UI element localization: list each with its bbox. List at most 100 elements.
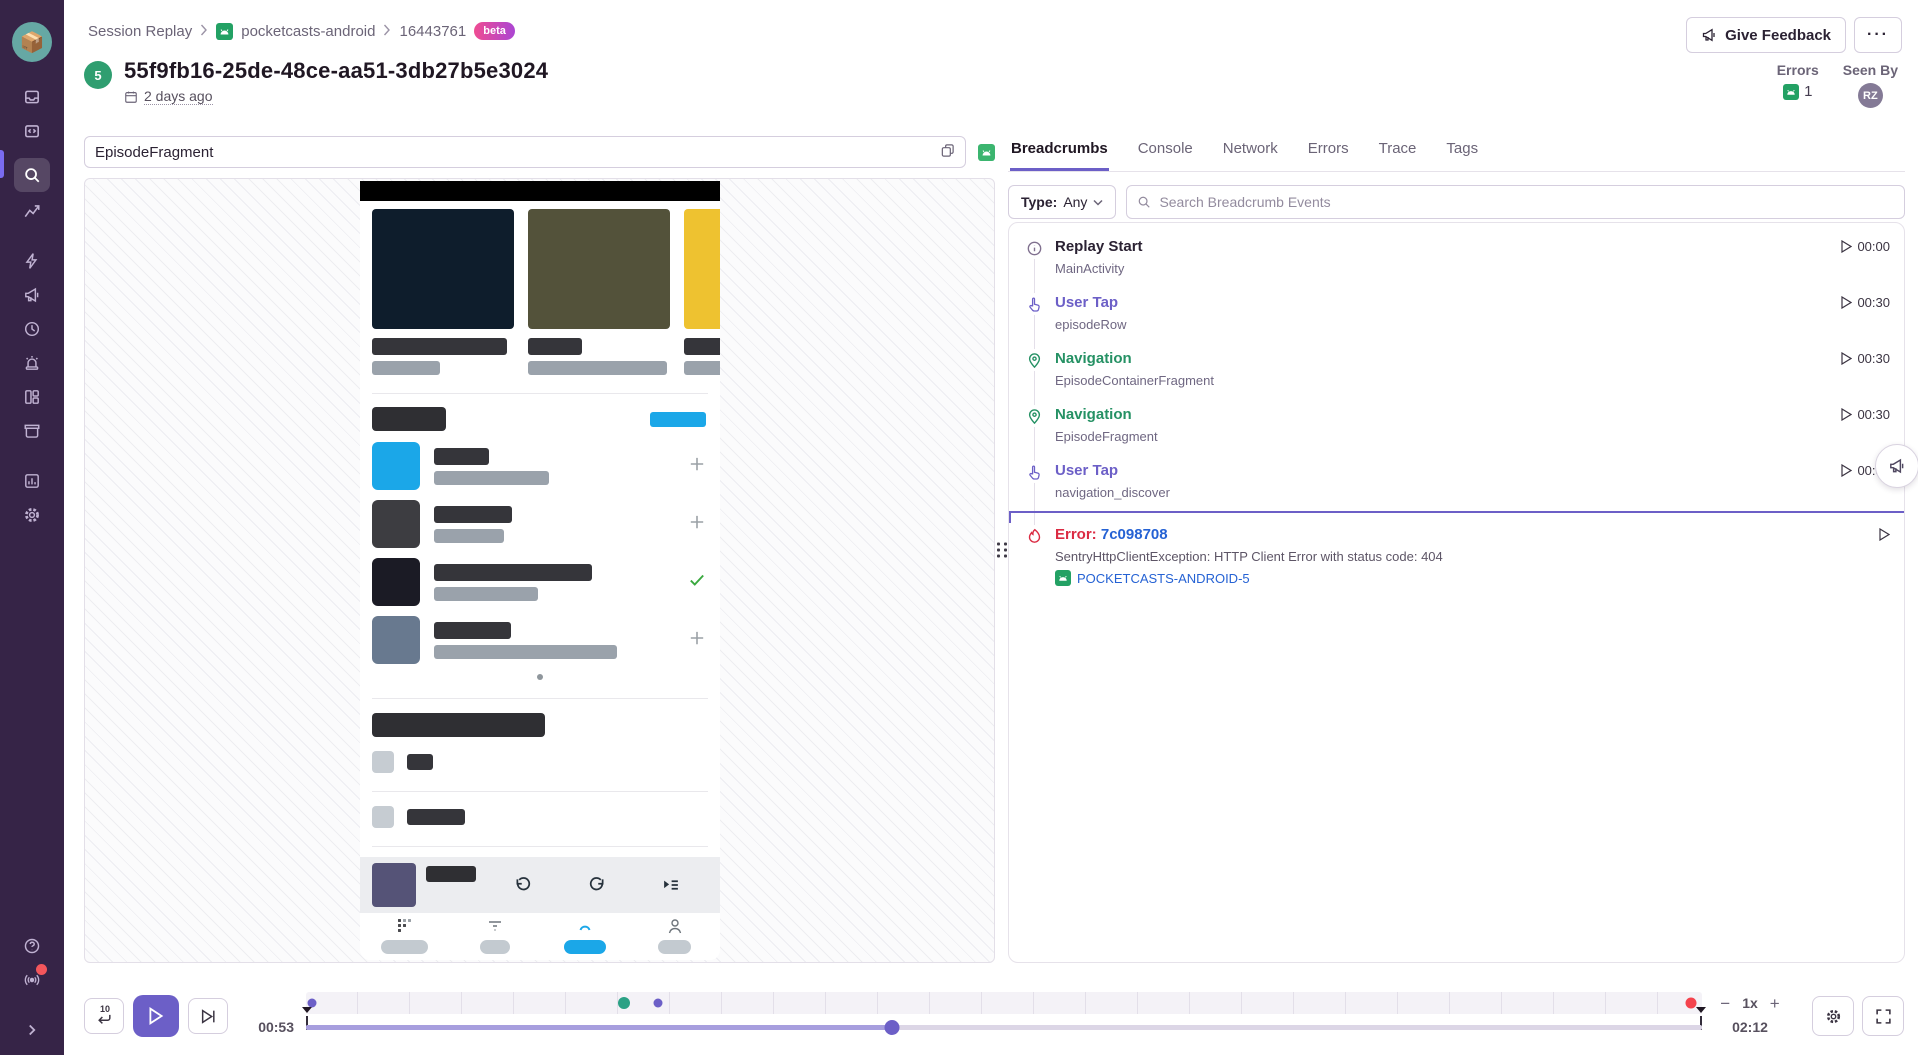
type-filter-value: Any <box>1063 194 1087 210</box>
timeline-event-user-tap[interactable] <box>653 999 662 1008</box>
breadcrumb-replay-id[interactable]: 16443761 <box>399 23 466 40</box>
bar-chart-icon <box>23 472 41 490</box>
jump-to-timestamp[interactable]: 00:00 <box>1841 237 1890 277</box>
sidebar-item-settings[interactable] <box>14 500 50 530</box>
rewind-10-button[interactable]: 10 <box>84 998 124 1034</box>
tab-tags[interactable]: Tags <box>1445 136 1479 171</box>
gear-icon <box>23 506 41 524</box>
sidebar-item-insights[interactable] <box>14 382 50 412</box>
android-platform-icon <box>978 144 995 161</box>
sidebar-item-stats[interactable] <box>14 466 50 496</box>
timeline-handle[interactable] <box>885 1020 900 1035</box>
breadcrumb-event-error[interactable]: Error: 7c098708 SentryHttpClientExceptio… <box>1009 517 1904 594</box>
replay-timestamp[interactable]: 2 days ago <box>144 88 213 105</box>
player-settings-button[interactable] <box>1812 996 1854 1036</box>
fullscreen-button[interactable] <box>1862 996 1904 1036</box>
breadcrumb-search <box>1126 185 1905 219</box>
jump-to-timestamp[interactable]: 00:30 <box>1841 293 1890 333</box>
mock-section-header <box>372 713 545 737</box>
replay-phone-mockup <box>360 181 720 960</box>
pointer-hand-icon <box>1023 461 1045 483</box>
mock-divider <box>372 698 708 699</box>
fullscreen-icon <box>1875 1008 1892 1025</box>
redo-icon <box>587 875 607 895</box>
floating-feedback-button[interactable] <box>1875 444 1918 488</box>
panel-resize-handle[interactable] <box>997 542 1008 557</box>
breadcrumb-event-navigation[interactable]: Navigation EpisodeContainerFragment 00:3… <box>1009 341 1904 397</box>
trend-line-icon <box>23 202 41 220</box>
gear-icon <box>1825 1008 1842 1025</box>
discover-arc-icon <box>575 917 595 935</box>
skip-to-end-button[interactable] <box>188 998 228 1034</box>
sidebar-item-alert-rules[interactable] <box>14 348 50 378</box>
timeline-event-navigation[interactable] <box>618 997 630 1009</box>
breadcrumb-event-user-tap[interactable]: User Tap episodeRow 00:30 <box>1009 285 1904 341</box>
error-label: Error: <box>1055 526 1097 543</box>
error-id-link[interactable]: 7c098708 <box>1101 526 1168 543</box>
mock-carousel <box>372 209 720 375</box>
replay-title-block: 5 55f9fb16-25de-48ce-aa51-3db27b5e3024 2… <box>84 58 548 105</box>
errors-count[interactable]: 1 <box>1804 83 1812 100</box>
more-menu-button[interactable]: ··· <box>1854 17 1902 53</box>
timeline-strip[interactable] <box>306 992 1702 1014</box>
play-icon <box>1841 352 1852 365</box>
tab-errors[interactable]: Errors <box>1307 136 1350 171</box>
tab-network[interactable]: Network <box>1222 136 1279 171</box>
zoom-in-button[interactable]: + <box>1770 995 1780 1012</box>
search-icon <box>1137 195 1151 209</box>
plus-icon <box>688 455 706 478</box>
sidebar-item-dashboards[interactable] <box>14 196 50 226</box>
play-button[interactable] <box>133 995 179 1037</box>
timeline-zoom-controls: − 1x + <box>1702 995 1798 1012</box>
notification-dot <box>36 964 47 975</box>
rewind-amount: 10 <box>100 1004 110 1014</box>
play-icon <box>1841 464 1852 477</box>
tab-breadcrumbs[interactable]: Breadcrumbs <box>1010 136 1109 171</box>
mock-bar <box>528 361 667 375</box>
sidebar-item-issues[interactable] <box>14 82 50 112</box>
main-area: Session Replay pocketcasts-android 16443… <box>64 0 1918 1055</box>
session-replay-page: 📦 Session Replay pocketcasts-andro <box>0 0 1918 1055</box>
sidebar-collapse-button[interactable] <box>14 1015 50 1045</box>
clock-icon <box>23 320 41 338</box>
zoom-out-button[interactable]: − <box>1720 995 1730 1012</box>
breadcrumb-event-user-tap[interactable]: User Tap navigation_discover 00:33 <box>1009 453 1904 509</box>
sidebar-item-feedback[interactable] <box>14 280 50 310</box>
type-filter-dropdown[interactable]: Type: Any <box>1008 185 1116 219</box>
android-project-icon <box>216 23 233 40</box>
profile-icon <box>665 917 685 935</box>
dom-search-input[interactable] <box>84 136 966 168</box>
breadcrumb-session-replay[interactable]: Session Replay <box>88 23 192 40</box>
mock-link-pill <box>650 412 706 427</box>
timeline-end-marker <box>1696 1007 1706 1013</box>
breadcrumb-event-replay-start[interactable]: Replay Start MainActivity 00:00 <box>1009 229 1904 285</box>
breadcrumb-project[interactable]: pocketcasts-android <box>241 23 375 40</box>
megaphone-icon <box>1701 27 1717 43</box>
timeline-event-error[interactable] <box>1685 998 1696 1009</box>
org-avatar[interactable]: 📦 <box>12 22 52 62</box>
timeline-scrubber[interactable] <box>306 1014 1702 1040</box>
whats-new-button[interactable] <box>14 965 50 995</box>
sidebar-item-releases[interactable] <box>14 314 50 344</box>
tab-trace[interactable]: Trace <box>1378 136 1418 171</box>
sidebar-item-projects[interactable] <box>14 116 50 146</box>
replay-viewport[interactable] <box>84 178 995 963</box>
issue-link[interactable]: POCKETCASTS-ANDROID-5 <box>1077 571 1250 586</box>
breadcrumb-search-input[interactable] <box>1159 194 1894 210</box>
jump-to-timestamp[interactable] <box>1879 525 1890 586</box>
breadcrumb-event-navigation[interactable]: Navigation EpisodeFragment 00:30 <box>1009 397 1904 453</box>
copy-button[interactable] <box>934 140 960 164</box>
tab-console[interactable]: Console <box>1137 136 1194 171</box>
sidebar-item-crons[interactable] <box>14 416 50 446</box>
mock-divider <box>372 791 708 792</box>
sidebar-item-explore[interactable] <box>14 158 50 192</box>
jump-to-timestamp[interactable]: 00:30 <box>1841 349 1890 389</box>
jump-to-timestamp[interactable]: 00:30 <box>1841 405 1890 445</box>
give-feedback-button[interactable]: Give Feedback <box>1686 17 1846 53</box>
mock-page-indicator <box>537 674 543 680</box>
seen-by-avatar[interactable]: RZ <box>1858 83 1883 108</box>
help-button[interactable] <box>14 931 50 961</box>
sidebar-item-alerts[interactable] <box>14 246 50 276</box>
plus-icon <box>688 629 706 652</box>
chevron-down-icon <box>1093 199 1103 206</box>
